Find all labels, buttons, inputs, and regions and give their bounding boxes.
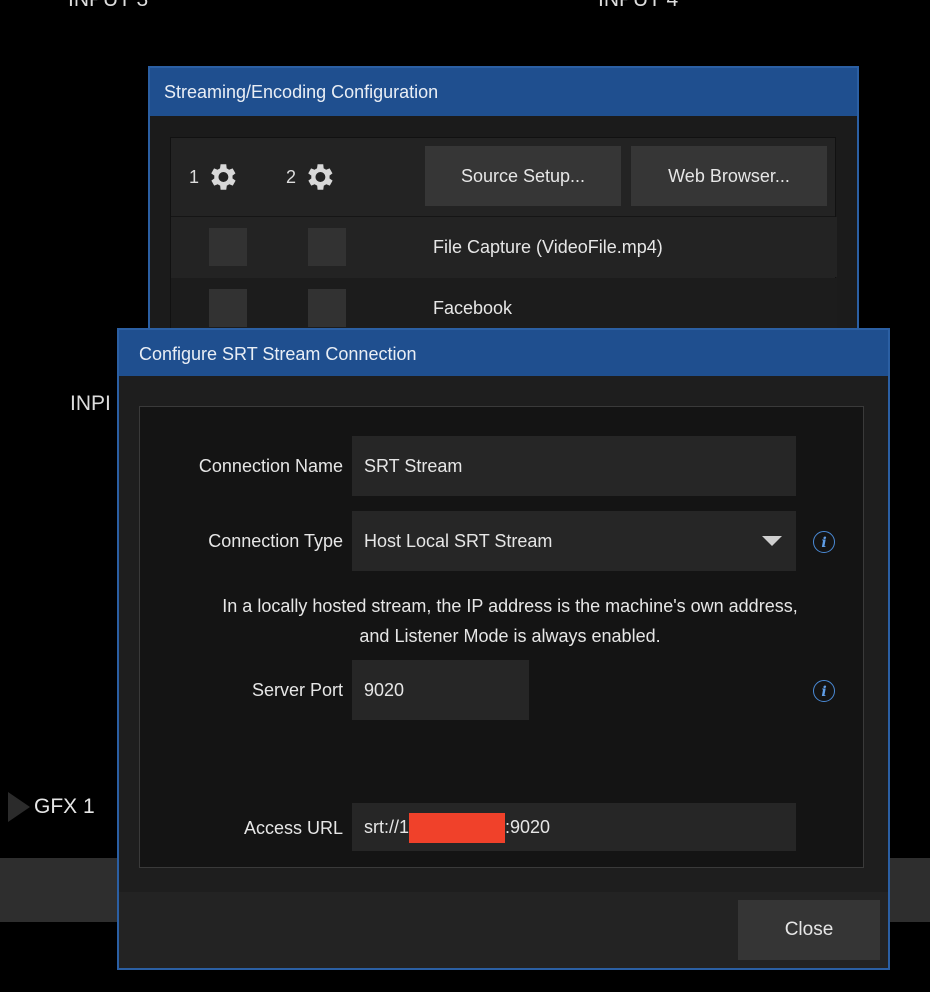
gear-icon	[211, 164, 236, 190]
encoder-2-checkbox[interactable]	[308, 289, 346, 327]
dropdown-caret-icon	[762, 536, 782, 546]
server-port-input[interactable]: 9020	[352, 660, 529, 720]
srt-settings-panel: Connection Name SRT Stream Connection Ty…	[139, 406, 864, 868]
streaming-panel-header: 1 2 Source Setup... Web Browser...	[171, 138, 835, 217]
background-input3-label: INPUT 3	[68, 0, 148, 12]
connection-name-label: Connection Name	[198, 456, 343, 476]
srt-connection-dialog: Configure SRT Stream Connection Connecti…	[117, 328, 890, 970]
connection-type-select[interactable]: Host Local SRT Stream	[352, 511, 796, 571]
encoder-2-settings[interactable]: 2	[286, 160, 336, 194]
encoder-1-checkbox[interactable]	[209, 289, 247, 327]
background-input-partial-label: INPI	[70, 392, 111, 415]
dialog-footer: Close	[119, 892, 888, 968]
encoder-1-checkbox[interactable]	[209, 228, 247, 266]
close-button[interactable]: Close	[738, 900, 880, 960]
encoder-1-label: 1	[189, 166, 200, 187]
info-icon[interactable]: i	[813, 680, 835, 702]
connection-type-description: In a locally hosted stream, the IP addre…	[222, 596, 798, 646]
access-url-suffix: :9020	[505, 817, 551, 837]
access-url-label: Access URL	[243, 818, 343, 838]
play-triangle-icon	[8, 792, 30, 822]
access-url-field[interactable]: srt://1 :9020	[352, 803, 796, 851]
server-port-label: Server Port	[251, 680, 343, 700]
background-input4-label: INPUT 4	[598, 0, 678, 12]
info-icon[interactable]: i	[813, 531, 835, 553]
gfx1-item[interactable]: GFX 1	[8, 792, 95, 822]
list-item[interactable]: File Capture (VideoFile.mp4)	[171, 217, 837, 277]
srt-dialog-title: Configure SRT Stream Connection	[119, 330, 888, 376]
connection-type-label: Connection Type	[208, 531, 343, 551]
encoder-1-settings[interactable]: 1	[189, 160, 239, 194]
gfx1-label: GFX 1	[34, 795, 95, 818]
access-url-prefix: srt://1	[364, 817, 410, 837]
encoder-2-label: 2	[286, 166, 297, 187]
redaction-box	[409, 813, 506, 844]
output-label: Facebook	[433, 298, 513, 318]
connection-type-value: Host Local SRT Stream	[364, 531, 553, 551]
streaming-dialog-title: Streaming/Encoding Configuration	[150, 68, 857, 116]
source-setup-button[interactable]: Source Setup...	[425, 146, 621, 206]
connection-name-input[interactable]: SRT Stream	[352, 436, 796, 496]
encoder-2-checkbox[interactable]	[308, 228, 346, 266]
output-label: File Capture (VideoFile.mp4)	[433, 237, 663, 257]
web-browser-button[interactable]: Web Browser...	[631, 146, 827, 206]
gear-icon	[308, 164, 333, 190]
